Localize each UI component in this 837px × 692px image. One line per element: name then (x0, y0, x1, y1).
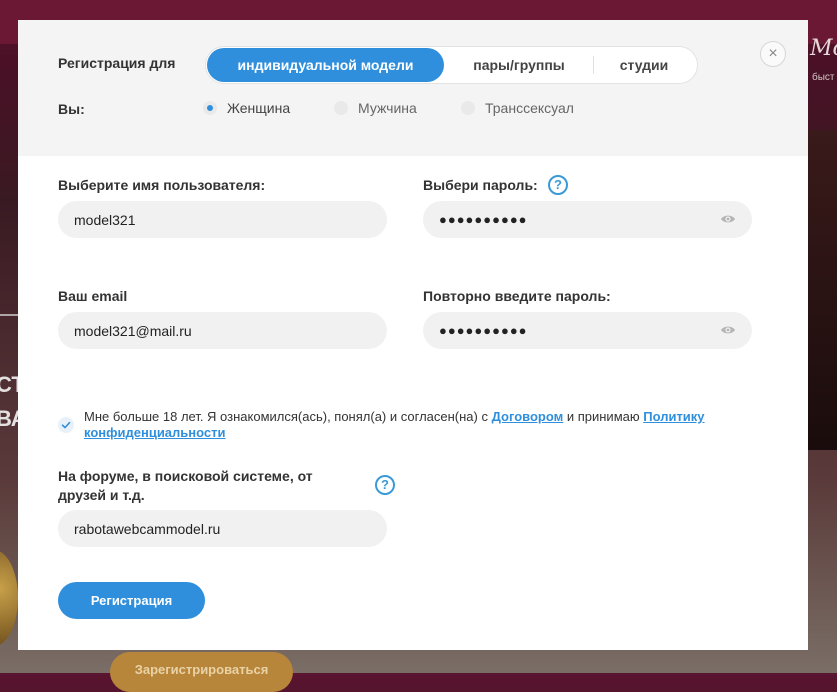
registration-modal: × Регистрация для индивидуальной модели … (18, 20, 808, 650)
password-help-icon[interactable]: ? (548, 175, 568, 195)
password-label: Выбери пароль: (423, 177, 538, 193)
radio-selected-indicator (203, 101, 217, 115)
referral-input[interactable]: rabotawebcammodel.ru (58, 510, 387, 547)
radio-indicator (461, 101, 475, 115)
gender-trans-radio[interactable]: Транссексуал (461, 100, 574, 116)
email-input[interactable]: model321@mail.ru (58, 312, 387, 349)
agreement-text-middle: и принимаю (563, 409, 644, 424)
background-subtext: быст (812, 72, 835, 83)
gender-label: Вы: (58, 101, 85, 117)
close-button[interactable]: × (760, 41, 786, 67)
radio-indicator (334, 101, 348, 115)
email-value: model321@mail.ru (74, 322, 192, 339)
referral-value: rabotawebcammodel.ru (74, 520, 221, 537)
password-input[interactable]: ●●●●●●●●●● (423, 201, 752, 238)
referral-help-icon[interactable]: ? (375, 475, 395, 495)
account-type-studio-tab[interactable]: студии (594, 48, 694, 82)
gender-female-label: Женщина (227, 100, 291, 116)
agreement-text: Мне больше 18 лет. Я ознакомился(ась), п… (84, 409, 754, 441)
password-repeat-value: ●●●●●●●●●● (439, 323, 528, 338)
eye-icon[interactable] (720, 212, 736, 226)
username-label: Выберите имя пользователя: (58, 177, 266, 193)
gender-trans-label: Транссексуал (485, 100, 574, 116)
registration-for-label: Регистрация для (58, 55, 176, 71)
close-icon: × (768, 45, 778, 62)
username-value: model321 (74, 211, 136, 228)
agreement-text-before: Мне больше 18 лет. Я ознакомился(ась), п… (84, 409, 492, 424)
account-type-couple-tab[interactable]: пары/группы (444, 48, 594, 82)
background-decoration (0, 550, 18, 646)
background-register-button: Зарегистрироваться (110, 652, 293, 692)
referral-label: На форуме, в поисковой системе, от друзе… (58, 468, 313, 503)
account-type-selector: индивидуальной модели пары/группы студии (205, 46, 698, 84)
background-logo: Mod (810, 36, 837, 61)
gender-male-radio[interactable]: Мужчина (334, 100, 417, 116)
gender-female-radio[interactable]: Женщина (203, 100, 290, 116)
contract-link[interactable]: Договором (492, 409, 564, 424)
register-submit-button[interactable]: Регистрация (58, 582, 205, 619)
email-label: Ваш email (58, 288, 128, 304)
background-photo (808, 130, 837, 450)
eye-icon[interactable] (720, 323, 736, 337)
modal-header-area (18, 20, 808, 156)
account-type-individual-tab[interactable]: индивидуальной модели (207, 48, 444, 82)
username-input[interactable]: model321 (58, 201, 387, 238)
checkmark-icon (61, 421, 71, 429)
password-value: ●●●●●●●●●● (439, 212, 528, 227)
background-divider (0, 314, 18, 316)
password-repeat-input[interactable]: ●●●●●●●●●● (423, 312, 752, 349)
gender-male-label: Мужчина (358, 100, 417, 116)
agreement-checkbox[interactable] (58, 417, 74, 433)
password-repeat-label: Повторно введите пароль: (423, 288, 611, 304)
